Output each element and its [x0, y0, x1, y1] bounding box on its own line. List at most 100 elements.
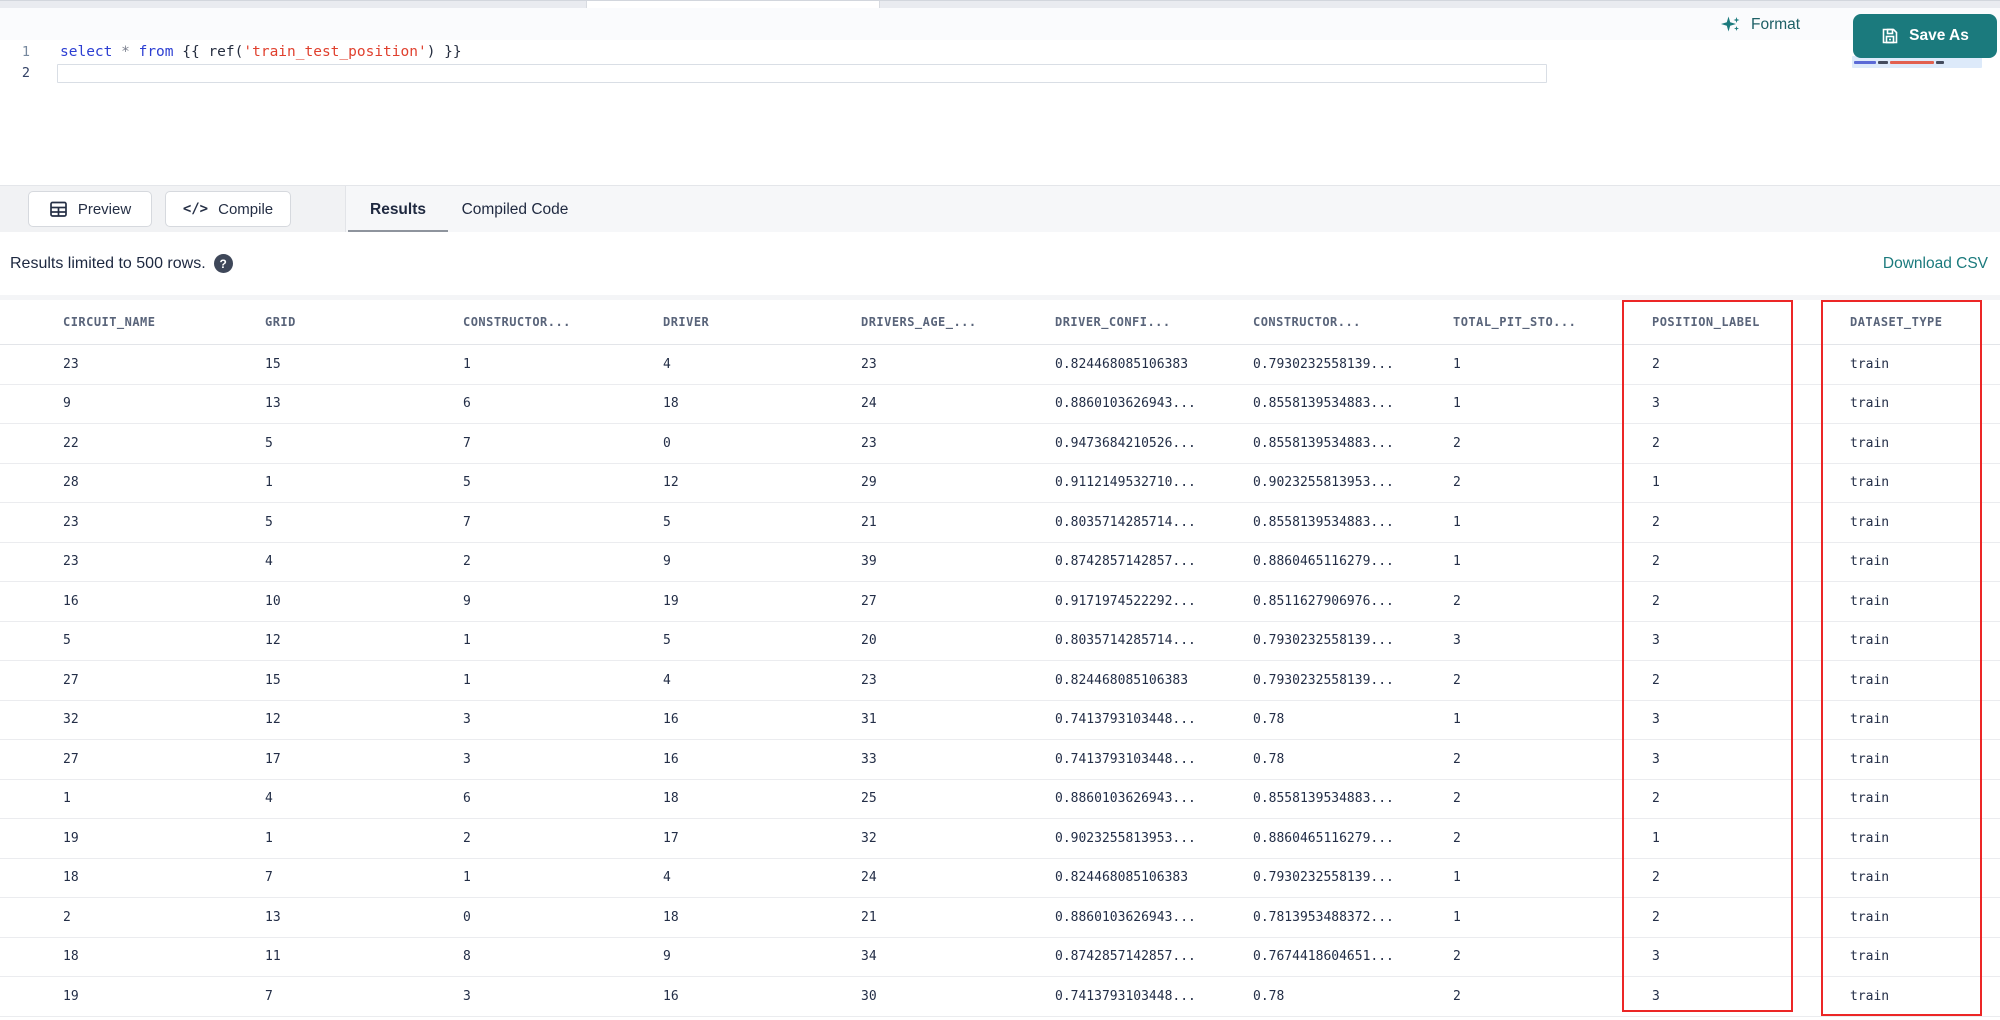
table-cell: 9 — [663, 949, 671, 965]
code-token: * — [121, 44, 130, 60]
table-cell: 0.8511627906976... — [1253, 593, 1394, 609]
table-row: 22 5 7 0 23 0.9473684210526... 0.8558139534883… — [0, 424, 2000, 464]
table-row: 32 12 3 16 31 0.7413793103448... 0.78 1 3 train — [0, 700, 2000, 740]
table-cell: 2 — [1652, 791, 1660, 807]
table-cell: 32 — [63, 712, 79, 728]
results-table: CIRCUIT_NAME GRID CONSTRUCTOR... DRIVER DRIV… — [0, 295, 2000, 1020]
tab-results[interactable]: Results — [348, 186, 448, 233]
editor-toolbar: Format Save As — [0, 8, 2000, 58]
table-cell: 19 — [663, 593, 679, 609]
download-csv-link[interactable]: Download CSV — [1883, 232, 1988, 295]
table-cell: 33 — [861, 751, 877, 767]
table-cell: train — [1850, 988, 1890, 1004]
table-row: 19 1 2 17 32 0.9023255813953... 0.886046511627… — [0, 819, 2000, 859]
table-cell: 0.8860465116279... — [1253, 554, 1394, 570]
table-cell: 5 — [265, 435, 273, 451]
table-cell: 0.78 — [1253, 988, 1285, 1004]
table-cell: train — [1850, 712, 1890, 728]
table-cell: 0.8860465116279... — [1253, 830, 1394, 846]
code-editor[interactable]: 1 select * from {{ ref('train_test_posit… — [0, 40, 2000, 185]
table-cell: 1 — [1453, 870, 1461, 886]
table-cell: 17 — [663, 830, 679, 846]
table-cell: 7 — [463, 514, 471, 530]
table-cell: 31 — [861, 712, 877, 728]
table-icon — [49, 200, 68, 219]
line-number-2: 2 — [21, 65, 30, 81]
table-cell: 23 — [861, 356, 877, 372]
compile-button[interactable]: </> Compile — [165, 191, 291, 227]
table-cell: 12 — [265, 712, 281, 728]
table-cell: 3 — [1652, 712, 1660, 728]
table-cell: 1 — [463, 633, 471, 649]
table-cell: 5 — [663, 633, 671, 649]
table-cell: 0.9112149532710... — [1055, 475, 1196, 491]
code-token: select — [60, 44, 113, 60]
table-cell: 27 — [63, 672, 79, 688]
table-cell: 1 — [1453, 554, 1461, 570]
help-icon[interactable]: ? — [213, 254, 233, 273]
table-cell: 0.8742857142857... — [1055, 554, 1196, 570]
table-cell: 2 — [1453, 791, 1461, 807]
table-row: 16 10 9 19 27 0.9171974522292... 0.85116279069… — [0, 582, 2000, 622]
table-cell: 0.9023255813953... — [1253, 475, 1394, 491]
table-cell: 2 — [1652, 514, 1660, 530]
table-cell: 16 — [663, 712, 679, 728]
table-row: 2 13 0 18 21 0.8860103626943... 0.781395348837… — [0, 898, 2000, 938]
table-cell: 22 — [63, 435, 79, 451]
table-cell: 2 — [463, 554, 471, 570]
table-cell: 32 — [861, 830, 877, 846]
table-cell: 24 — [861, 396, 877, 412]
tab-compiled-code-label: Compiled Code — [461, 200, 569, 218]
table-cell: 0.8742857142857... — [1055, 949, 1196, 965]
file-tab-strip — [0, 0, 2000, 9]
table-cell: 3 — [463, 712, 471, 728]
table-cell: 1 — [1453, 514, 1461, 530]
table-cell: train — [1850, 475, 1890, 491]
table-row: 1 4 6 18 25 0.8860103626943... 0.8558139534883… — [0, 779, 2000, 819]
active-line-highlight[interactable] — [57, 64, 1547, 83]
table-cell: 0.7413793103448... — [1055, 712, 1196, 728]
table-cell: 0.8035714285714... — [1055, 633, 1196, 649]
table-cell: 6 — [463, 396, 471, 412]
table-cell: 8 — [463, 949, 471, 965]
table-cell: 0.8558139534883... — [1253, 396, 1394, 412]
save-as-button[interactable]: Save As — [1853, 14, 1997, 58]
table-row: 28 1 5 12 29 0.9112149532710... 0.902325581395… — [0, 463, 2000, 503]
table-cell: 2 — [463, 830, 471, 846]
table-cell: 0.7413793103448... — [1055, 988, 1196, 1004]
table-cell: 0.7813953488372... — [1253, 909, 1394, 925]
table-cell: train — [1850, 356, 1890, 372]
column-header: GRID — [265, 315, 296, 329]
table-cell: 0.8860103626943... — [1055, 396, 1196, 412]
table-row: 19 7 3 16 30 0.7413793103448... 0.78 2 3 train — [0, 977, 2000, 1017]
table-cell: 3 — [1652, 988, 1660, 1004]
table-cell: 1 — [265, 475, 273, 491]
table-cell: 0.9171974522292... — [1055, 593, 1196, 609]
preview-button[interactable]: Preview — [28, 191, 152, 227]
table-body: 23 15 1 4 23 0.824468085106383 0.7930232558139… — [0, 345, 2000, 1017]
minimap-jinja-mark — [1878, 60, 1888, 64]
minimap-keyword-mark — [1854, 60, 1876, 64]
table-cell: 16 — [663, 988, 679, 1004]
table-header-row: CIRCUIT_NAME GRID CONSTRUCTOR... DRIVER DRIV… — [0, 300, 2000, 345]
code-line-1[interactable]: 1 select * from {{ ref('train_test_posit… — [0, 42, 462, 62]
table-cell: train — [1850, 949, 1890, 965]
table-cell: 27 — [63, 751, 79, 767]
table-cell: 9 — [463, 593, 471, 609]
preview-button-label: Preview — [77, 200, 132, 218]
code-line-2[interactable]: 2 — [0, 63, 60, 83]
format-button[interactable]: Format — [1720, 12, 1800, 38]
table-cell: train — [1850, 830, 1890, 846]
line-number-1: 1 — [21, 44, 30, 60]
table-row: 23 4 2 9 39 0.8742857142857... 0.8860465116279… — [0, 542, 2000, 582]
table-cell: 0.824468085106383 — [1055, 870, 1189, 886]
table-cell: 1 — [463, 672, 471, 688]
table-cell: 5 — [265, 514, 273, 530]
table-cell: 6 — [463, 791, 471, 807]
table-cell: 28 — [63, 475, 79, 491]
tab-compiled-code[interactable]: Compiled Code — [452, 186, 578, 233]
table-cell: 23 — [63, 514, 79, 530]
table-cell: 0.8860103626943... — [1055, 791, 1196, 807]
table-cell: 1 — [1453, 396, 1461, 412]
